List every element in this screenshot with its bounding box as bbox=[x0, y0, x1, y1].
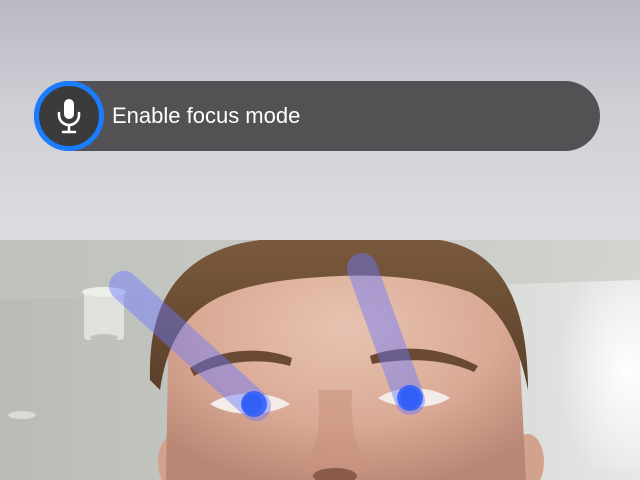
eye-tracking-screen: Enable focus mode bbox=[0, 0, 640, 480]
camera-feed bbox=[0, 240, 640, 480]
camera-feed-image bbox=[0, 240, 640, 480]
microphone-button[interactable] bbox=[34, 81, 104, 151]
microphone-icon bbox=[56, 98, 82, 134]
voice-prompt-label: Enable focus mode bbox=[112, 103, 301, 128]
window-light bbox=[520, 270, 640, 470]
voice-command-prompt[interactable]: Enable focus mode bbox=[34, 81, 600, 151]
